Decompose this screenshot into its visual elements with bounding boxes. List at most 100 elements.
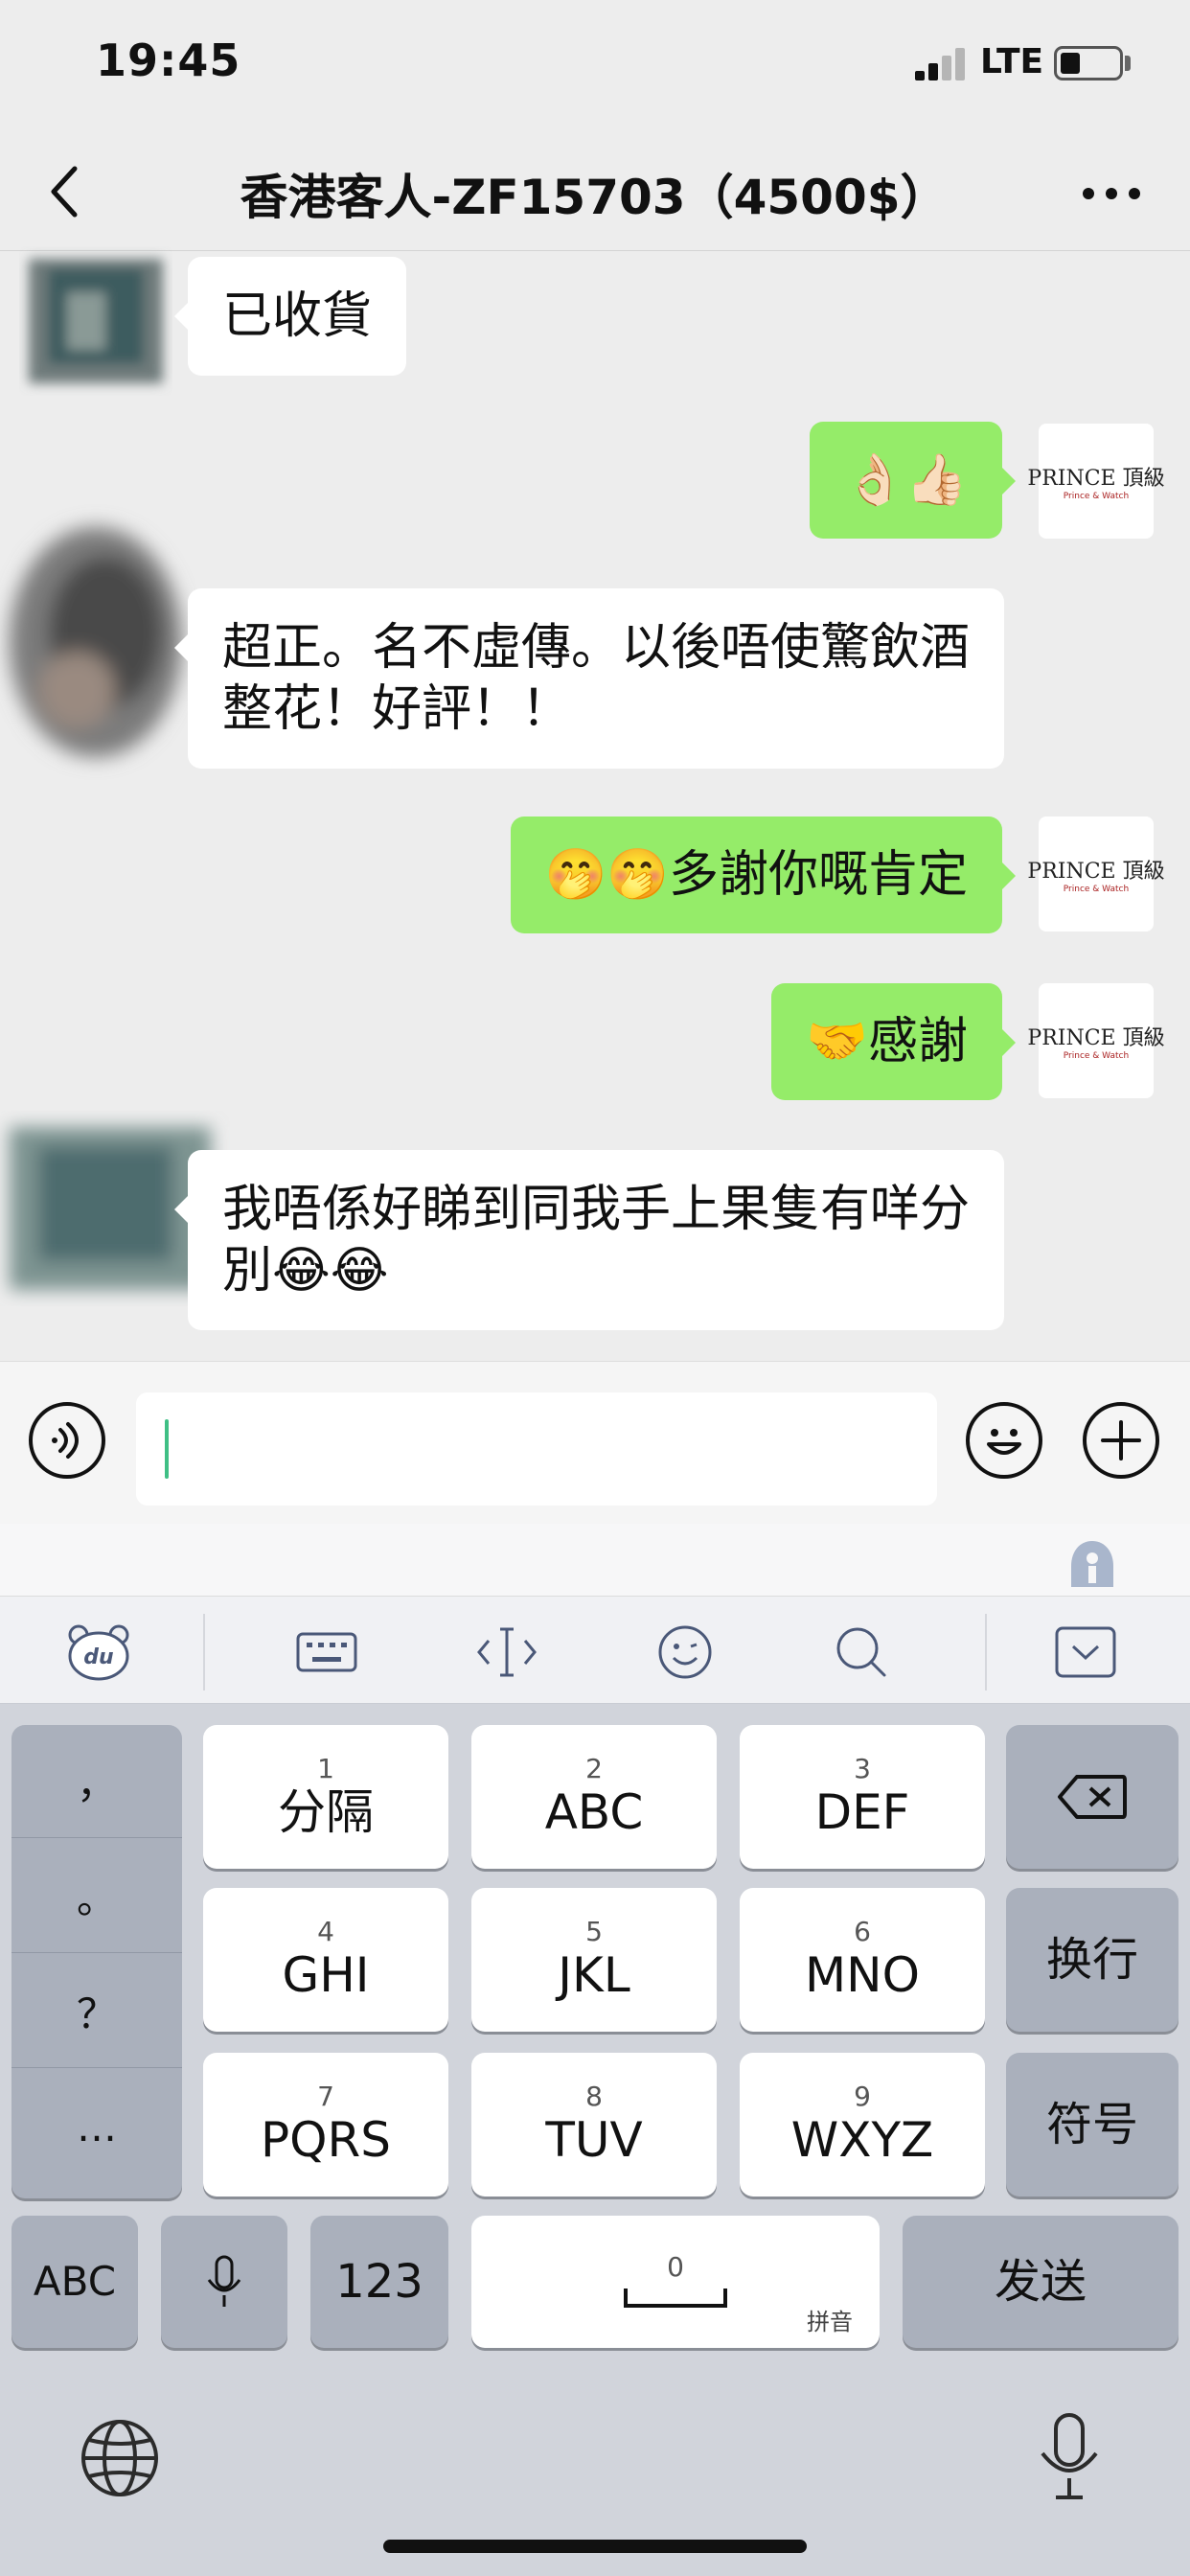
key-9[interactable]: 9 WXYZ <box>740 2053 985 2196</box>
key-label: ABC <box>544 1784 644 1840</box>
key-label: 符号 <box>1045 2098 1138 2151</box>
key-4[interactable]: 4 GHI <box>203 1888 448 2032</box>
message-text: 超正。名不虛傳。以後唔使驚飲酒整花！好評！！ <box>222 619 971 738</box>
status-time: 19:45 <box>96 34 241 86</box>
keyboard-toolbar: du <box>0 1597 1190 1704</box>
punctuation-column[interactable]: ， 。 ？ … <box>11 1725 182 2198</box>
key-1[interactable]: 1 分隔 <box>203 1725 448 1869</box>
emoticon-icon[interactable] <box>652 1623 719 1681</box>
dictation-icon[interactable] <box>1031 2409 1108 2505</box>
key-label: DEF <box>814 1784 910 1840</box>
mic-key[interactable] <box>161 2216 287 2348</box>
key-2[interactable]: 2 ABC <box>471 1725 717 1869</box>
key-label: MNO <box>805 1947 920 2003</box>
more-options-icon[interactable] <box>1073 174 1150 213</box>
contact-avatar[interactable] <box>19 244 172 398</box>
key-label: 123 <box>335 2255 423 2309</box>
message-bubble[interactable]: 🤝感謝 <box>771 983 1016 1100</box>
user-avatar[interactable]: PRINCE 頂級 Prince & Watch <box>1027 983 1165 1098</box>
key-label: 换行 <box>1045 1933 1138 1987</box>
key-number: 6 <box>854 1916 871 1947</box>
key-number: 1 <box>317 1753 334 1784</box>
assistant-icon[interactable] <box>1065 1537 1119 1591</box>
symbols-key[interactable]: 符号 <box>1006 2053 1179 2196</box>
message-text: 👌🏻👍🏻 <box>843 451 969 509</box>
punct-key[interactable]: ？ <box>11 1955 182 2068</box>
cursor-move-icon[interactable] <box>473 1623 540 1681</box>
punct-key[interactable]: … <box>11 2070 182 2183</box>
voice-icon <box>52 1422 79 1459</box>
back-icon[interactable] <box>42 163 90 220</box>
key-8[interactable]: 8 TUV <box>471 2053 717 2196</box>
message-bubble[interactable]: 我唔係好睇到同我手上果隻有咩分別😂😂 <box>174 1150 1004 1330</box>
user-avatar[interactable]: PRINCE 頂級 Prince & Watch <box>1027 424 1165 539</box>
battery-icon <box>1054 46 1123 80</box>
send-key[interactable]: 发送 <box>903 2216 1179 2348</box>
space-hint: 拼音 <box>807 2309 853 2335</box>
key-label: PQRS <box>261 2112 391 2168</box>
number-switch-key[interactable]: 123 <box>310 2216 448 2348</box>
key-label: TUV <box>545 2112 643 2168</box>
network-type: LTE <box>980 42 1044 81</box>
key-label: GHI <box>282 1947 370 2003</box>
smiley-icon <box>987 1429 1021 1455</box>
message-bubble[interactable]: 🤭🤭多謝你嘅肯定 <box>510 816 1016 933</box>
home-indicator[interactable] <box>383 2540 807 2553</box>
newline-key[interactable]: 换行 <box>1006 1888 1179 2032</box>
backspace-icon <box>1058 1775 1127 1819</box>
toolbar-divider <box>985 1614 987 1690</box>
message-bubble[interactable]: 👌🏻👍🏻 <box>809 422 1016 539</box>
punct-key[interactable]: 。 <box>11 1840 182 1953</box>
key-label: WXYZ <box>790 2112 934 2168</box>
microphone-icon <box>207 2255 241 2307</box>
battery-nub <box>1125 56 1131 71</box>
svg-text:du: du <box>83 1645 113 1669</box>
avatar-brand-sub: Prince & Watch <box>1063 885 1130 894</box>
key-number: 5 <box>585 1916 603 1947</box>
status-bar: 19:45 LTE <box>0 0 1190 134</box>
chat-title: 香港客人-ZF15703（4500$） <box>240 170 949 225</box>
globe-icon[interactable] <box>77 2415 163 2501</box>
user-avatar[interactable]: PRINCE 頂級 Prince & Watch <box>1027 816 1165 932</box>
avatar-brand-sub: Prince & Watch <box>1063 492 1130 501</box>
message-bubble[interactable]: 超正。名不虛傳。以後唔使驚飲酒整花！好評！！ <box>174 588 1004 769</box>
message-text: 已收貨 <box>222 288 373 345</box>
key-number: 0 <box>667 2251 684 2283</box>
plus-icon <box>1101 1420 1141 1460</box>
key-7[interactable]: 7 PQRS <box>203 2053 448 2196</box>
key-number: 8 <box>585 2081 603 2112</box>
key-6[interactable]: 6 MNO <box>740 1888 985 2032</box>
search-icon[interactable] <box>828 1623 895 1681</box>
keyboard-switch-icon[interactable] <box>293 1623 360 1681</box>
backspace-key[interactable] <box>1006 1725 1179 1869</box>
key-3[interactable]: 3 DEF <box>740 1725 985 1869</box>
key-number: 3 <box>854 1753 871 1784</box>
key-number: 7 <box>317 2081 334 2112</box>
message-text: 🤭🤭多謝你嘅肯定 <box>544 846 969 904</box>
text-caret <box>165 1419 169 1479</box>
toolbar-divider <box>203 1614 205 1690</box>
message-input[interactable] <box>136 1392 937 1506</box>
key-number: 9 <box>854 2081 871 2112</box>
emoji-button[interactable] <box>966 1402 1042 1479</box>
key-5[interactable]: 5 JKL <box>471 1888 717 2032</box>
message-text: 🤝感謝 <box>806 1013 968 1070</box>
input-bar <box>0 1361 1190 1524</box>
avatar-brand: PRINCE 頂級 <box>1027 467 1165 491</box>
signal-icon <box>915 48 973 80</box>
space-key[interactable]: 0 拼音 <box>471 2216 880 2348</box>
key-label: ABC <box>33 2258 117 2305</box>
du-logo-icon[interactable]: du <box>65 1623 132 1681</box>
punct-key[interactable]: ， <box>11 1725 182 1838</box>
hide-keyboard-icon[interactable] <box>1052 1623 1119 1681</box>
abc-key[interactable]: ABC <box>11 2216 138 2348</box>
voice-input-button[interactable] <box>29 1402 105 1479</box>
space-icon <box>624 2288 727 2308</box>
candidate-bar <box>0 1524 1190 1597</box>
key-label: 分隔 <box>278 1784 374 1840</box>
message-bubble[interactable]: 已收貨 <box>173 257 407 376</box>
more-functions-button[interactable] <box>1083 1402 1159 1479</box>
avatar-brand: PRINCE 頂級 <box>1027 1026 1165 1050</box>
key-label: 发送 <box>994 2255 1087 2309</box>
key-number: 4 <box>317 1916 334 1947</box>
